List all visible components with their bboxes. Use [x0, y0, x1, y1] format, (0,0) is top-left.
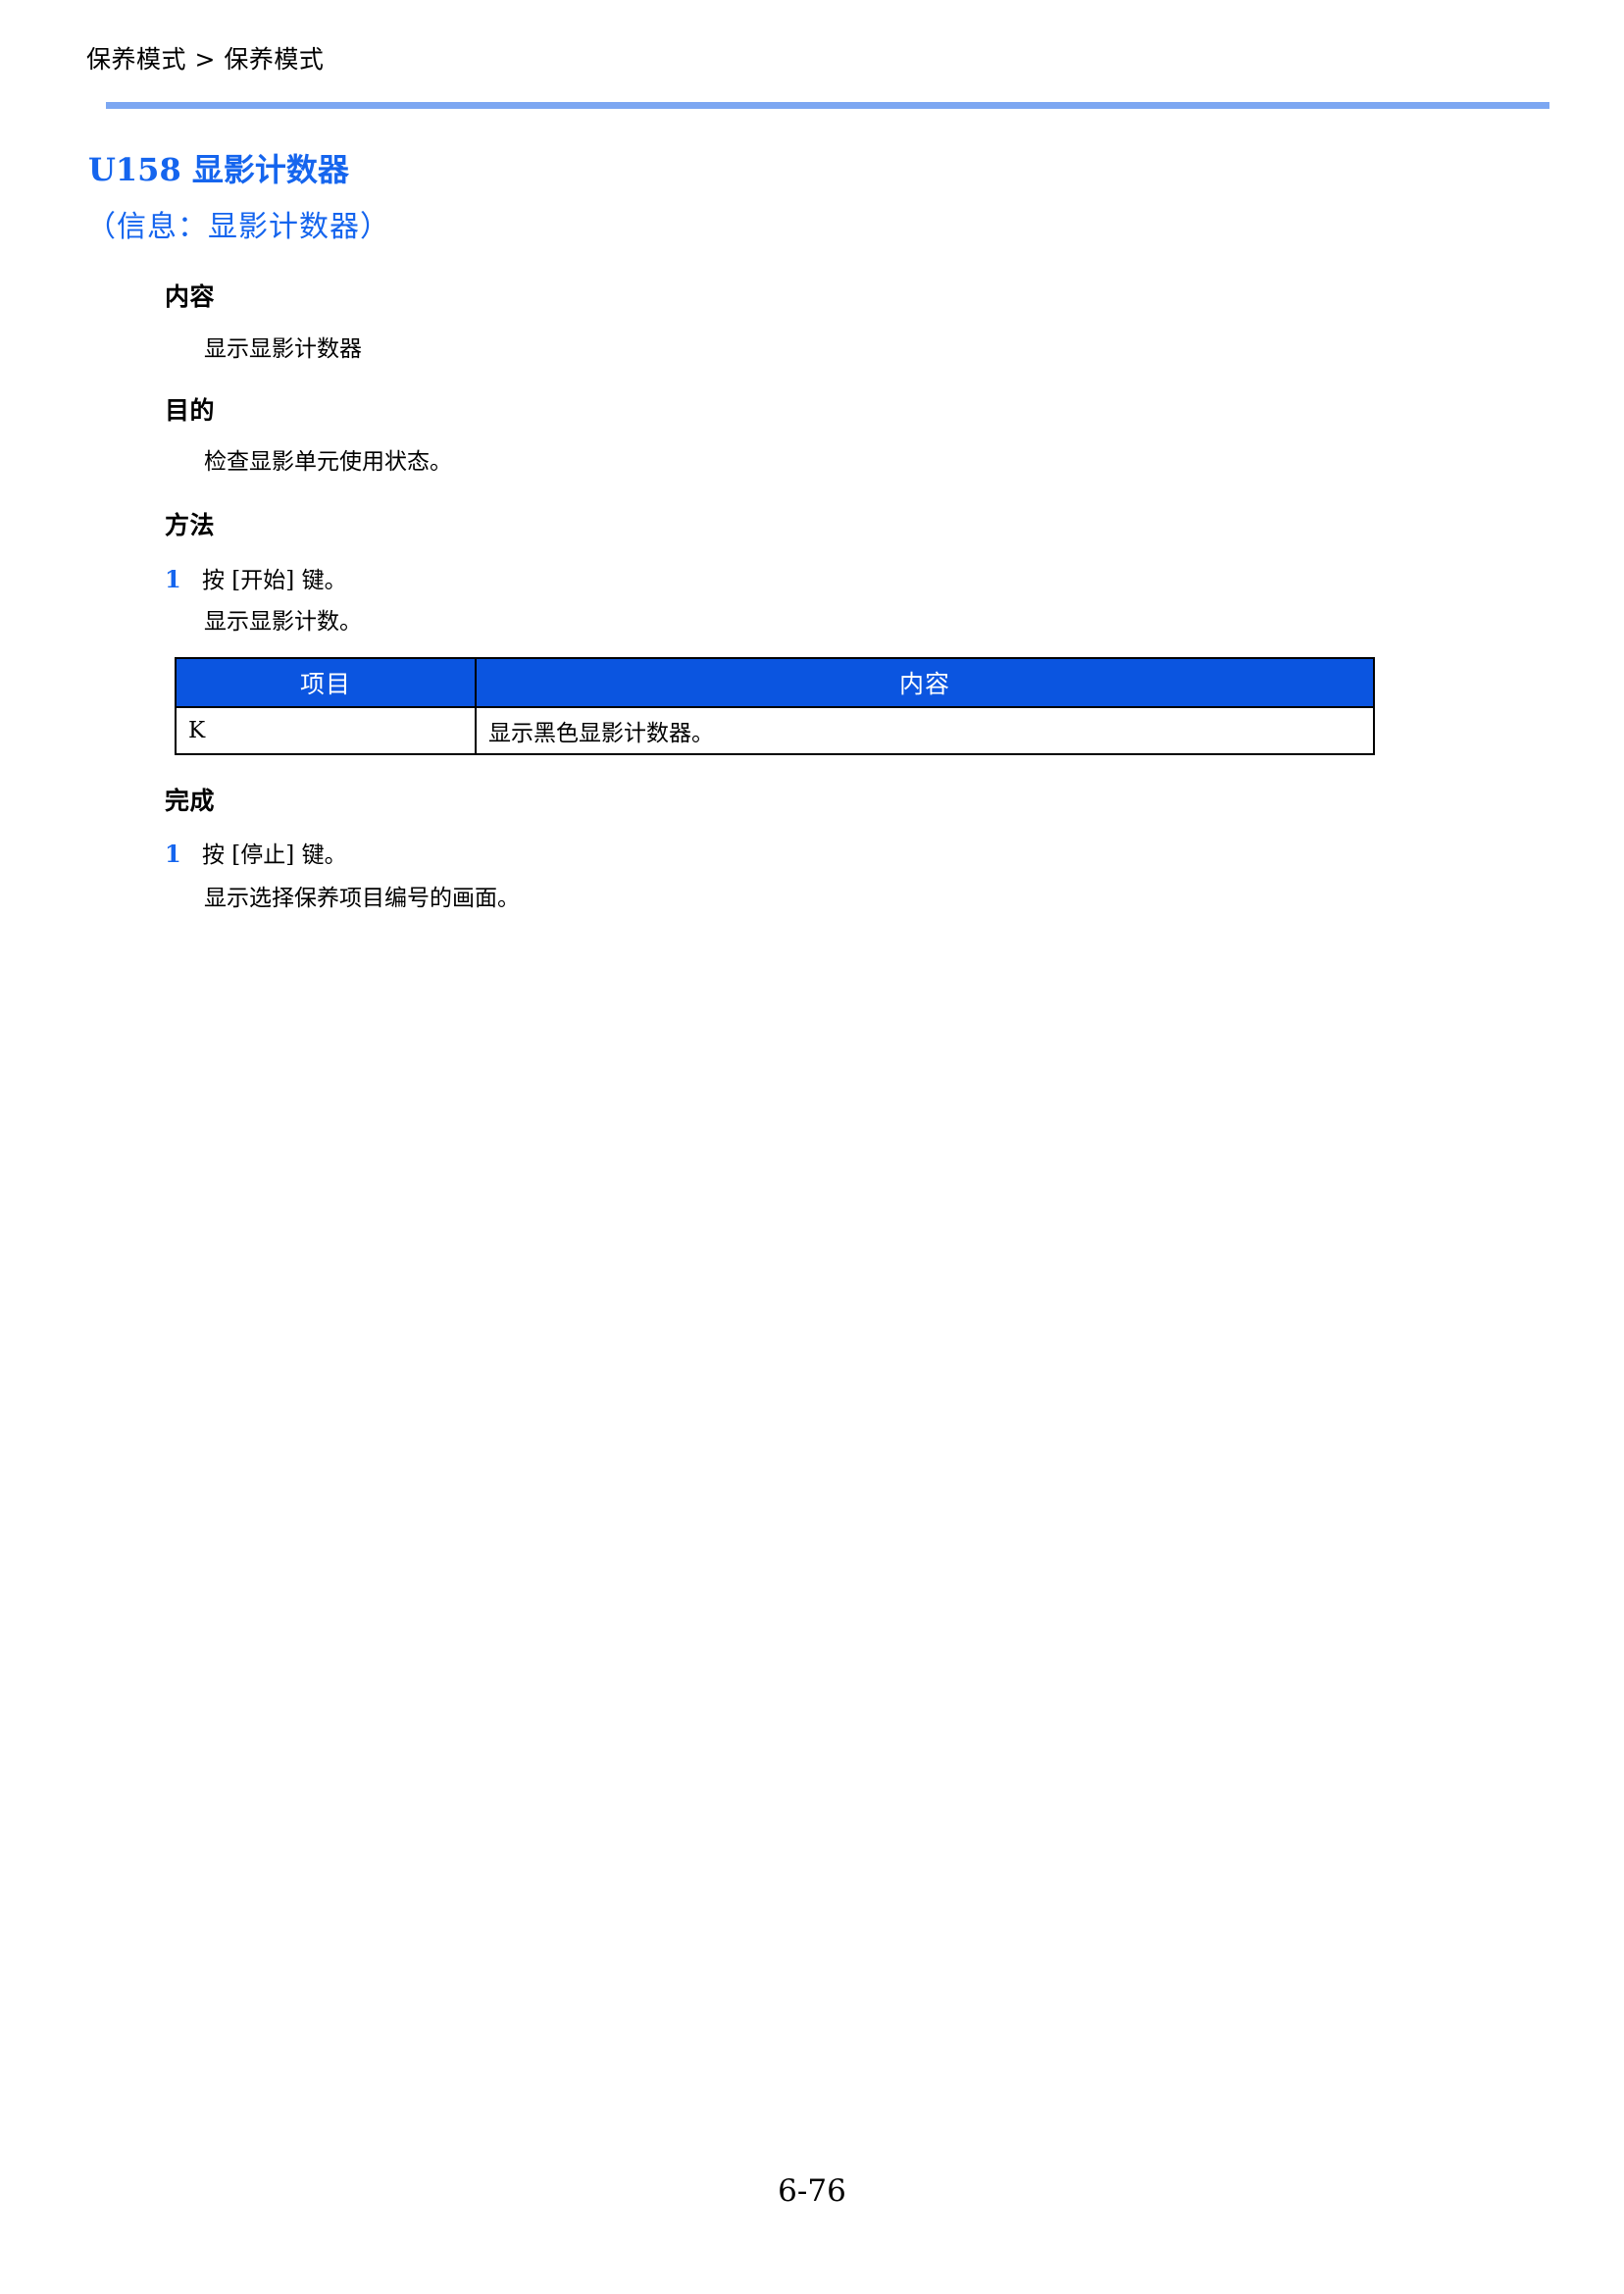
completion-step-1-text: 按 [停止] 键。: [202, 842, 347, 868]
page-title: U158 显影计数器: [88, 150, 349, 189]
table-cell-item: K: [175, 706, 477, 755]
method-step-1: 1 按 [开始] 键。: [165, 564, 347, 596]
section-heading-method: 方法: [165, 511, 216, 539]
method-step-1-text: 按 [开始] 键。: [202, 568, 347, 593]
section-body-purpose: 检查显影单元使用状态。: [204, 449, 452, 475]
section-heading-completion: 完成: [165, 787, 216, 815]
breadcrumb: 保养模式 > 保养模式: [86, 45, 325, 74]
counter-table: 项目 内容 K 显示黑色显影计数器。: [175, 657, 1375, 755]
header-divider: [106, 102, 1549, 109]
section-heading-content: 内容: [165, 282, 216, 311]
method-step-1-number: 1: [165, 565, 181, 593]
completion-step-1: 1 按 [停止] 键。: [165, 839, 347, 871]
table-cell-description: 显示黑色显影计数器。: [475, 706, 1375, 755]
table-header-item: 项目: [175, 657, 477, 708]
page-title-code: U158: [88, 151, 181, 188]
table-header-content: 内容: [475, 657, 1375, 708]
completion-step-1-detail: 显示选择保养项目编号的画面。: [204, 886, 520, 911]
section-body-content: 显示显影计数器: [204, 336, 362, 362]
table-row: K 显示黑色显影计数器。: [175, 706, 1375, 755]
page-title-name: 显影计数器: [191, 151, 349, 188]
method-step-1-detail: 显示显影计数。: [204, 609, 362, 635]
section-heading-purpose: 目的: [165, 396, 216, 425]
completion-step-1-number: 1: [165, 840, 181, 868]
document-page: 保养模式 > 保养模式 U158 显影计数器 （信息：显影计数器） 内容 显示显…: [0, 0, 1624, 2294]
page-subtitle: （信息：显影计数器）: [86, 210, 390, 244]
page-number: 6-76: [778, 2173, 846, 2209]
table-header-row: 项目 内容: [175, 657, 1375, 708]
